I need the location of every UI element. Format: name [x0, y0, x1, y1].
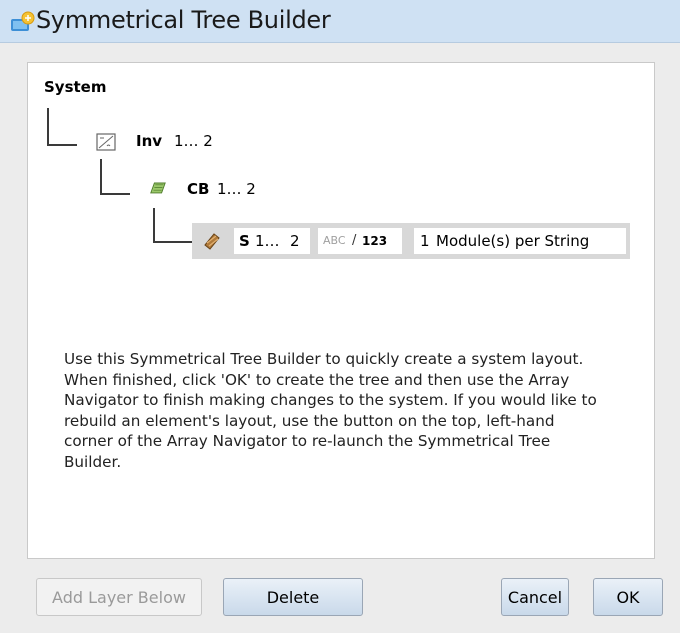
ok-button[interactable]: OK — [593, 578, 663, 616]
tree-root-label: System — [44, 78, 107, 96]
name-format-toggle[interactable]: ABC / 123 — [318, 228, 402, 254]
tree-connector — [100, 159, 130, 195]
tree-connector — [153, 208, 195, 243]
add-layer-below-button[interactable]: Add Layer Below — [36, 578, 202, 616]
string-name-box[interactable]: S 1… 2 — [234, 228, 310, 254]
tree-builder-icon — [11, 11, 35, 31]
instructions-text: Use this Symmetrical Tree Builder to qui… — [64, 350, 597, 471]
toggle-123[interactable]: 123 — [362, 228, 387, 254]
combiner-node-name[interactable]: CB — [187, 180, 209, 198]
combiner-box-icon[interactable] — [149, 180, 167, 195]
inverter-node-range[interactable]: 1… 2 — [174, 132, 213, 150]
tree-connector — [47, 108, 77, 146]
string-range-start: 1… — [255, 232, 280, 250]
cancel-button[interactable]: Cancel — [501, 578, 569, 616]
string-range-end: 2 — [290, 232, 300, 250]
module-count[interactable]: 1 — [420, 228, 430, 254]
module-label: Module(s) per String — [436, 232, 590, 250]
string-name: S — [239, 232, 250, 250]
combiner-node-range[interactable]: 1… 2 — [217, 180, 256, 198]
toggle-separator: / — [352, 233, 357, 248]
string-row[interactable]: S 1… 2 ABC / 123 1 Module(s) per String — [192, 223, 630, 259]
module-count-input[interactable]: 1 Module(s) per String — [414, 228, 626, 254]
window-title: Symmetrical Tree Builder — [36, 6, 331, 34]
delete-button[interactable]: Delete — [223, 578, 363, 616]
toggle-abc[interactable]: ABC — [323, 228, 346, 254]
inverter-node-name[interactable]: Inv — [136, 132, 162, 150]
inverter-icon[interactable] — [96, 133, 116, 151]
title-bar: Symmetrical Tree Builder — [0, 0, 680, 43]
tree-panel: System Inv 1… 2 CB 1… 2 S 1… 2 ABC / 123 — [27, 62, 655, 559]
string-icon[interactable] — [202, 231, 222, 251]
